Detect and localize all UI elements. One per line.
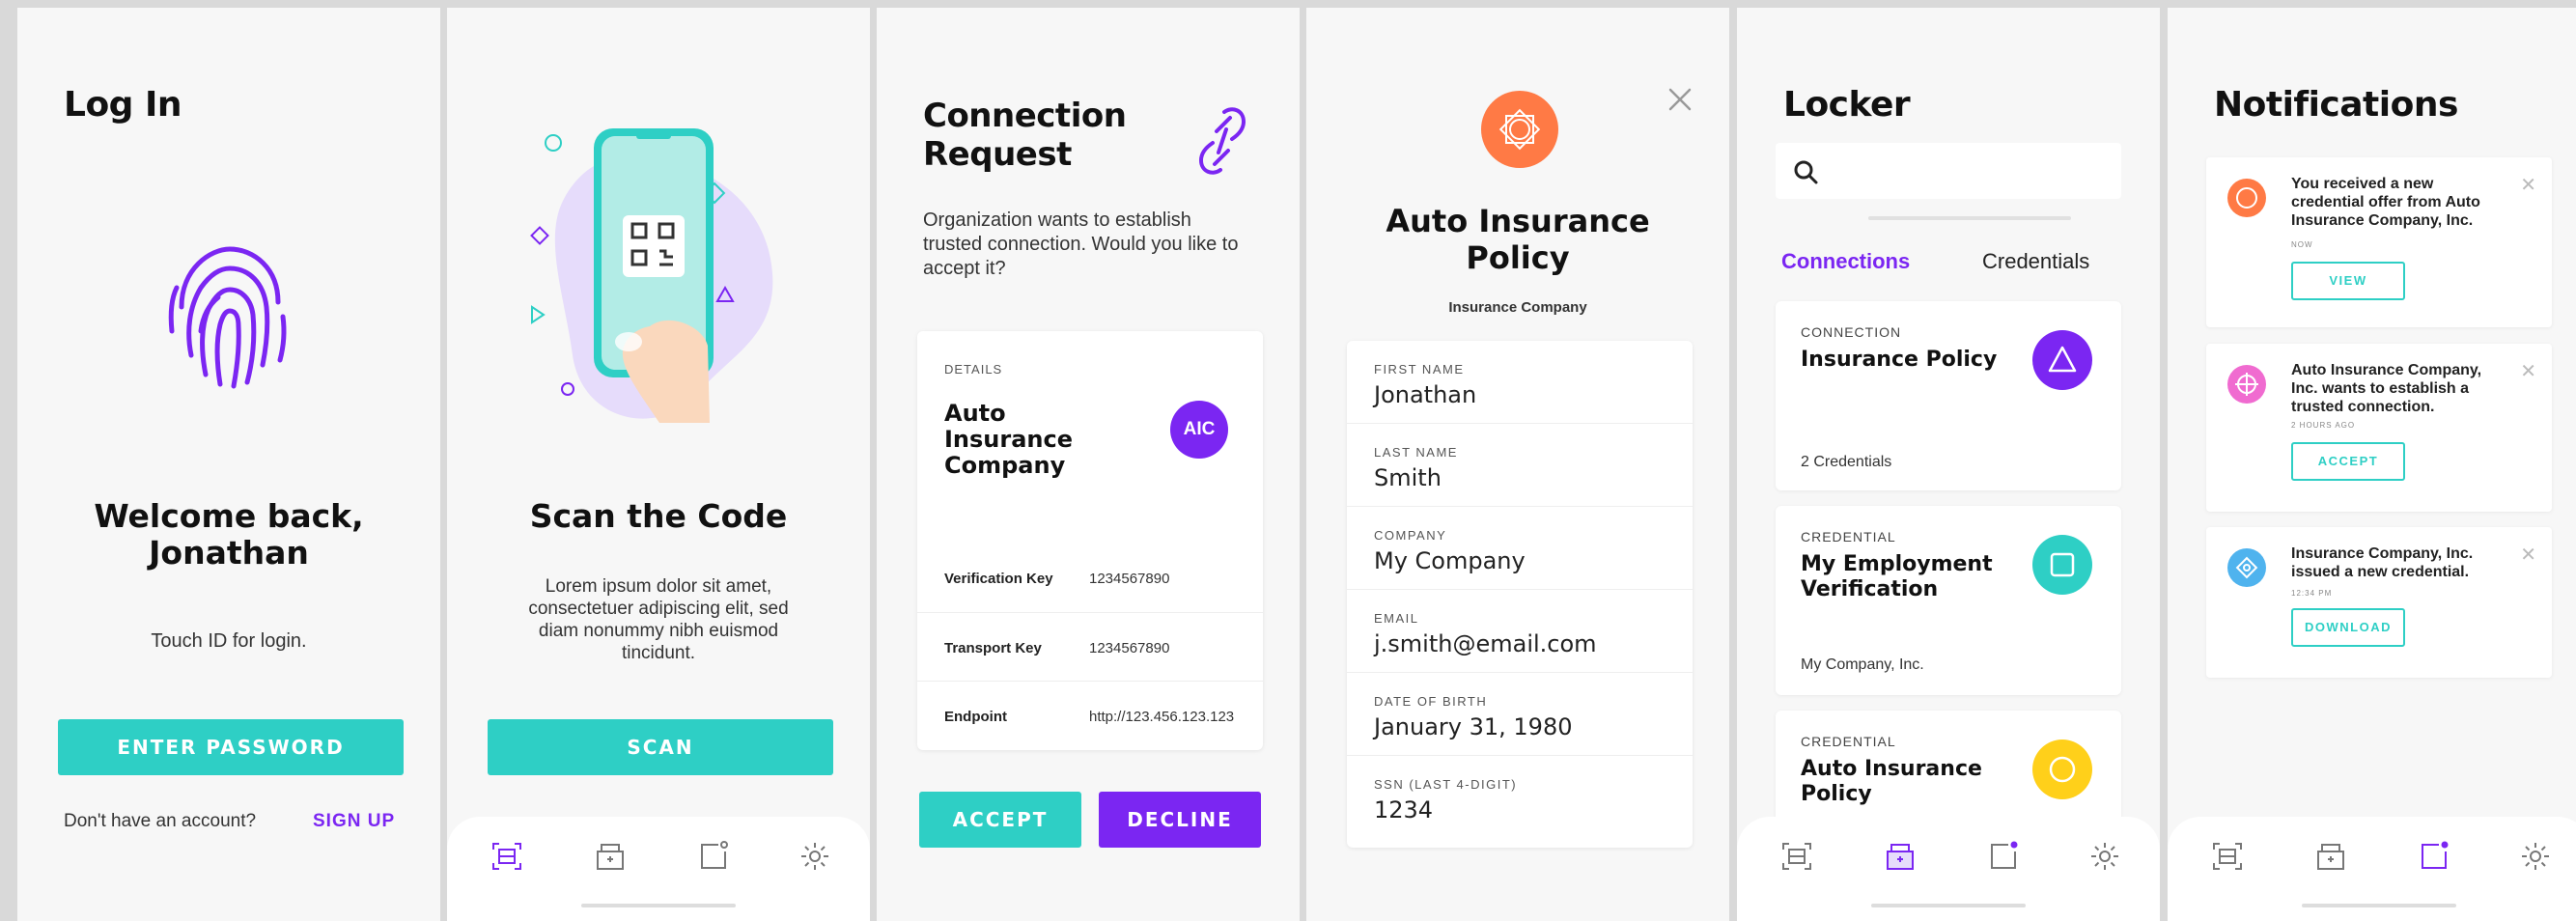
tab-bar [2168, 817, 2576, 921]
notification-item: You received a new credential offer from… [2206, 157, 2552, 327]
decline-button[interactable]: DECLINE [1099, 792, 1261, 848]
square-icon [2032, 535, 2092, 595]
connection-icon [2227, 365, 2266, 404]
accept-button[interactable]: ACCEPT [919, 792, 1081, 848]
locker-icon[interactable] [1884, 840, 1917, 873]
triangle-icon [2032, 330, 2092, 390]
first-name-field: FIRST NAME Jonathan [1374, 362, 1477, 408]
phone-scan-illustration [530, 128, 773, 423]
close-icon[interactable]: ✕ [2520, 543, 2536, 567]
locker-screen: Locker Connections Credentials CONNECTIO… [1737, 8, 2160, 921]
scan-icon[interactable] [1780, 840, 1813, 873]
sign-up-link[interactable]: SIGN UP [313, 811, 395, 832]
policy-logo-icon [1481, 91, 1558, 168]
scroll-indicator [1868, 216, 2071, 220]
org-avatar: AIC [1170, 401, 1228, 459]
enter-password-button[interactable]: ENTER PASSWORD [58, 719, 404, 775]
policy-screen: Auto Insurance Policy Insurance Company … [1306, 8, 1729, 921]
scan-description: Lorem ipsum dolor sit amet, consectetuer… [528, 576, 789, 663]
locker-icon[interactable] [594, 840, 627, 873]
login-screen: Log In Welcome back, Jonathan Touch ID f… [17, 8, 440, 921]
notifications-screen: Notifications You received a new credent… [2168, 8, 2576, 921]
email-field: EMAIL j.smith@email.com [1347, 589, 1693, 672]
home-indicator [581, 904, 736, 907]
locker-card[interactable]: CREDENTIAL My Employment Verification My… [1776, 506, 2121, 695]
no-account-text: Don't have an account? [64, 811, 257, 831]
view-button[interactable]: VIEW [2291, 262, 2405, 300]
fingerprint-icon[interactable] [162, 239, 297, 394]
notifications-icon[interactable] [1987, 840, 2020, 873]
policy-title: Auto Insurance Policy [1386, 203, 1650, 276]
scan-icon[interactable] [2211, 840, 2244, 873]
scan-screen: Scan the Code Lorem ipsum dolor sit amet… [447, 8, 870, 921]
tab-connections[interactable]: Connections [1781, 249, 1910, 274]
page-title: Notifications [2214, 85, 2458, 125]
offer-icon [2227, 179, 2266, 217]
verification-key-row: Verification Key 1234567890 [944, 571, 1170, 587]
transport-key-row: Transport Key 1234567890 [917, 612, 1263, 681]
scan-heading: Scan the Code [529, 497, 788, 535]
download-button[interactable]: DOWNLOAD [2291, 608, 2405, 647]
date-of-birth-field: DATE OF BIRTH January 31, 1980 [1347, 672, 1693, 755]
search-input[interactable] [1776, 143, 2121, 199]
details-card: DETAILS Auto Insurance Company AIC Verif… [917, 331, 1263, 750]
tab-credentials[interactable]: Credentials [1982, 249, 2089, 274]
company-field: COMPANY My Company [1347, 506, 1693, 589]
notifications-icon[interactable] [2418, 840, 2450, 873]
endpoint-row: Endpoint http://123.456.123.123 [917, 681, 1263, 749]
close-icon[interactable] [1667, 87, 1693, 112]
notification-item: Auto Insurance Company, Inc. wants to es… [2206, 344, 2552, 512]
settings-icon[interactable] [798, 840, 831, 873]
circle-icon [2032, 740, 2092, 799]
policy-issuer: Insurance Company [1448, 299, 1587, 316]
ssn-field: SSN (LAST 4-DIGIT) 1234 [1347, 755, 1693, 848]
page-title: Log In [64, 85, 182, 125]
home-indicator [2302, 904, 2456, 907]
locker-card[interactable]: CONNECTION Insurance Policy 2 Credential… [1776, 301, 2121, 490]
page-title: Locker [1783, 85, 1911, 125]
settings-icon[interactable] [2519, 840, 2552, 873]
scan-button[interactable]: SCAN [488, 719, 833, 775]
close-icon[interactable]: ✕ [2520, 173, 2536, 197]
page-title: Connection Request [923, 97, 1127, 174]
locker-icon[interactable] [2314, 840, 2347, 873]
details-label: DETAILS [944, 362, 1003, 377]
connection-description: Organization wants to establish trusted … [923, 209, 1239, 279]
scan-icon[interactable] [490, 840, 523, 873]
tab-bar [1737, 817, 2160, 921]
policy-fields-card: FIRST NAME Jonathan LAST NAME Smith COMP… [1347, 341, 1693, 848]
close-icon[interactable]: ✕ [2520, 359, 2536, 383]
home-indicator [1871, 904, 2026, 907]
last-name-field: LAST NAME Smith [1347, 423, 1693, 506]
org-name: Auto Insurance Company [944, 400, 1074, 479]
settings-icon[interactable] [2088, 840, 2121, 873]
credential-icon [2227, 548, 2266, 587]
notification-item: Insurance Company, Inc. issued a new cre… [2206, 527, 2552, 678]
touch-id-hint: Touch ID for login. [151, 630, 307, 652]
tab-bar [447, 817, 870, 921]
connection-request-screen: Connection Request Organization wants to… [877, 8, 1300, 921]
link-icon [1198, 107, 1246, 175]
notifications-icon[interactable] [697, 840, 730, 873]
welcome-heading: Welcome back, Jonathan [94, 497, 364, 572]
accept-button[interactable]: ACCEPT [2291, 442, 2405, 481]
search-icon [1794, 160, 1818, 184]
